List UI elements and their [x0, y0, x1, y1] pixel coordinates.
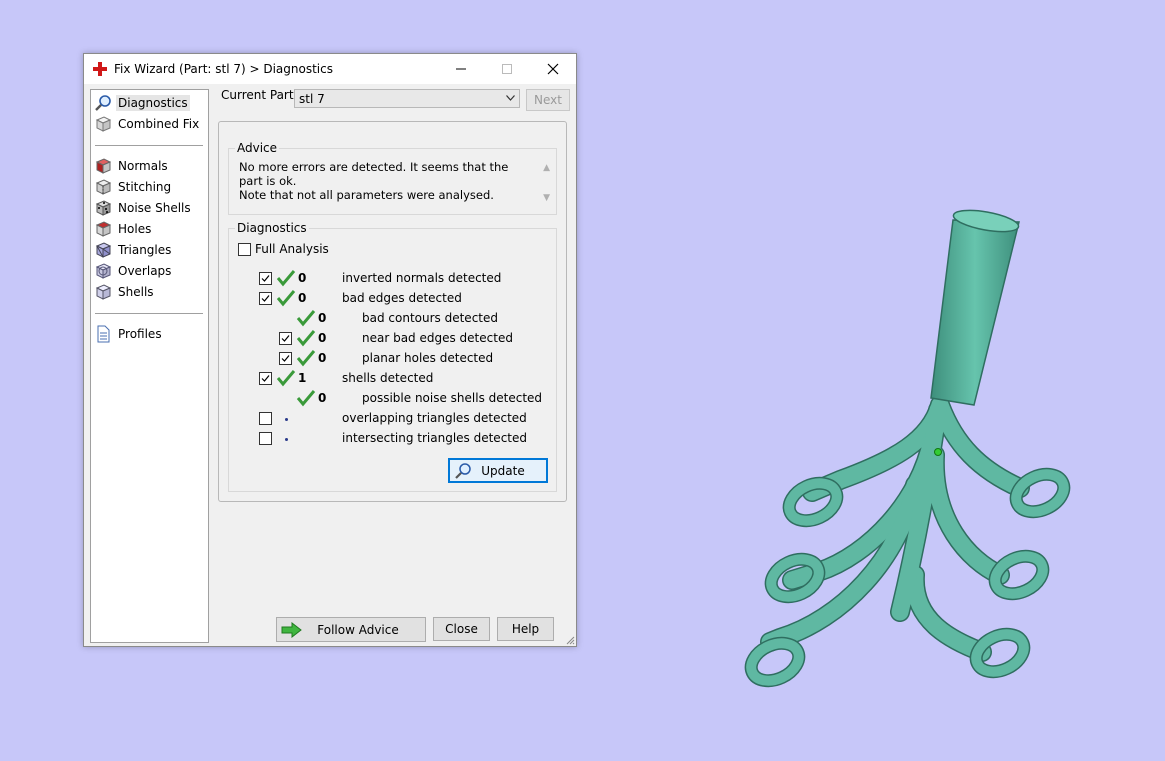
close-window-button[interactable] [530, 54, 576, 84]
overlapping-triangles-checkbox[interactable] [259, 412, 272, 425]
advice-group: Advice No more errors are detected. It s… [228, 141, 557, 215]
bad-contours-label: bad contours detected [362, 311, 498, 325]
current-part-select[interactable]: stl 7 [294, 89, 520, 108]
fix-wizard-dialog: Fix Wizard (Part: stl 7) > Diagnostics D… [83, 53, 577, 647]
minimize-button[interactable] [438, 54, 484, 84]
planar-holes-checkbox[interactable] [279, 352, 292, 365]
shells-count: 1 [298, 371, 307, 385]
shells-checkbox[interactable] [259, 372, 272, 385]
holes-cube-icon [95, 221, 112, 237]
fix-wizard-sidebar: Diagnostics Combined Fix Normals Stitchi… [90, 89, 209, 643]
planar-holes-count: 0 [318, 351, 327, 365]
sidebar-item-normals[interactable]: Normals [94, 156, 204, 176]
maximize-icon [502, 64, 512, 74]
sidebar-item-triangles[interactable]: Triangles [94, 240, 204, 260]
resize-grip-icon[interactable] [565, 635, 575, 645]
shells-cube-icon [95, 284, 112, 300]
full-analysis-label: Full Analysis [255, 242, 329, 256]
current-part-value: stl 7 [299, 92, 325, 106]
inverted-normals-label: inverted normals detected [342, 271, 502, 285]
sidebar-item-stitching[interactable]: Stitching [94, 177, 204, 197]
advice-line-2: Note that not all parameters were analys… [239, 188, 494, 202]
window-title: Fix Wizard (Part: stl 7) > Diagnostics [114, 62, 333, 76]
noise-shells-label: possible noise shells detected [362, 391, 543, 405]
green-check-icon [296, 330, 316, 347]
overlaps-cube-icon [95, 263, 112, 279]
green-check-icon [296, 310, 316, 327]
diagnostics-group: Diagnostics Full Analysis 0 inverted nor… [228, 221, 557, 492]
advice-line-1: No more errors are detected. It seems th… [239, 160, 509, 188]
minimize-icon [456, 68, 466, 70]
diagnostics-group-title: Diagnostics [235, 221, 309, 235]
green-check-icon [296, 390, 316, 407]
sidebar-item-shells[interactable]: Shells [94, 282, 204, 302]
near-bad-edges-checkbox[interactable] [279, 332, 292, 345]
sidebar-item-noise-shells[interactable]: Noise Shells [94, 198, 204, 218]
sidebar-item-holes[interactable]: Holes [94, 219, 204, 239]
diagnostics-panel: Advice No more errors are detected. It s… [218, 121, 567, 502]
red-cross-icon [93, 62, 107, 76]
chevron-down-icon [506, 95, 515, 101]
next-button[interactable]: Next [526, 89, 570, 111]
follow-advice-label: Follow Advice [317, 622, 399, 637]
green-check-icon [296, 350, 316, 367]
inverted-normals-count: 0 [298, 271, 307, 285]
sidebar-divider [95, 313, 203, 314]
green-check-icon [276, 290, 296, 307]
intersecting-triangles-checkbox[interactable] [259, 432, 272, 445]
stl-part-model[interactable] [700, 200, 1080, 700]
3d-viewport[interactable]: Fix Wizard (Part: stl 7) > Diagnostics D… [0, 0, 1165, 761]
title-bar[interactable]: Fix Wizard (Part: stl 7) > Diagnostics [84, 54, 576, 84]
shells-label: shells detected [342, 371, 434, 385]
triangles-cube-icon [95, 242, 112, 258]
inverted-normals-checkbox[interactable] [259, 272, 272, 285]
normals-cube-icon [95, 158, 112, 174]
sidebar-item-profiles[interactable]: Profiles [94, 324, 204, 344]
follow-advice-button[interactable]: Follow Advice [276, 617, 426, 642]
scroll-down-icon[interactable]: ▼ [543, 193, 550, 203]
stitching-cube-icon [95, 179, 112, 195]
bad-edges-count: 0 [298, 291, 307, 305]
close-button[interactable]: Close [433, 617, 490, 641]
green-check-icon [276, 270, 296, 287]
bad-edges-checkbox[interactable] [259, 292, 272, 305]
sidebar-item-combined-fix[interactable]: Combined Fix [94, 114, 204, 134]
current-part-label: Current Part: [221, 88, 298, 102]
magnifier-icon [455, 463, 471, 479]
document-icon [97, 325, 110, 343]
scroll-up-icon[interactable]: ▲ [543, 163, 550, 173]
green-check-icon [276, 370, 296, 387]
maximize-button[interactable] [484, 54, 530, 84]
green-arrow-icon [281, 622, 302, 638]
pending-dot-icon [285, 438, 288, 441]
intersecting-triangles-label: intersecting triangles detected [342, 431, 527, 445]
advice-text: No more errors are detected. It seems th… [239, 160, 529, 202]
cube-icon [95, 116, 112, 132]
near-bad-edges-count: 0 [318, 331, 327, 345]
advice-group-title: Advice [235, 141, 280, 155]
pending-dot-icon [285, 418, 288, 421]
magnifier-icon [95, 95, 111, 111]
bad-contours-count: 0 [318, 311, 327, 325]
noise-shells-icon [95, 200, 112, 216]
noise-shells-count: 0 [318, 391, 327, 405]
near-bad-edges-label: near bad edges detected [362, 331, 513, 345]
help-button[interactable]: Help [497, 617, 554, 641]
bad-edges-label: bad edges detected [342, 291, 462, 305]
update-button[interactable]: Update [448, 458, 548, 483]
sidebar-divider [95, 145, 203, 146]
overlapping-triangles-label: overlapping triangles detected [342, 411, 527, 425]
sidebar-item-diagnostics[interactable]: Diagnostics [94, 93, 204, 113]
planar-holes-label: planar holes detected [362, 351, 494, 365]
update-label: Update [481, 463, 525, 478]
full-analysis-checkbox[interactable] [238, 243, 251, 256]
close-icon [547, 63, 559, 75]
sidebar-item-overlaps[interactable]: Overlaps [94, 261, 204, 281]
